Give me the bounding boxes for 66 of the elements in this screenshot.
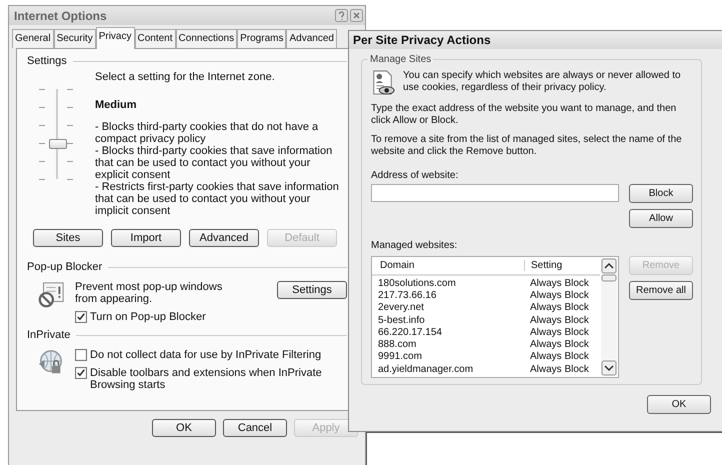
list-item[interactable]: 180solutions.com xyxy=(372,278,524,289)
instruction-text: Type the exact address of the website you want to manage, and then click Allow or Block. xyxy=(371,103,678,127)
slider-thumb[interactable] xyxy=(49,139,67,149)
list-item[interactable]: ad.yieldmanager.com xyxy=(372,364,524,375)
tab[interactable]: Programs xyxy=(237,29,286,48)
table-cell-text: Always Block xyxy=(529,314,589,326)
table-cell-text: Always Block xyxy=(529,326,589,338)
list-item[interactable]: 9991.com xyxy=(372,351,524,362)
scrollbar-drawing[interactable] xyxy=(601,258,617,376)
checkbox-box[interactable] xyxy=(75,367,87,379)
dialog-button[interactable]: Block xyxy=(629,184,693,203)
tab[interactable]: Connections xyxy=(176,29,238,48)
group-heading: Manage Sites xyxy=(368,54,434,65)
dialog-button[interactable]: Import xyxy=(111,229,181,247)
help-icon[interactable] xyxy=(335,9,348,22)
list-item[interactable]: 5-best.info xyxy=(372,314,524,326)
blocked-window-icon xyxy=(37,281,65,309)
checkbox[interactable]: Disable toolbars and extensions when InPrivate Browsing starts xyxy=(75,367,347,391)
table-cell-text: Always Block xyxy=(529,278,589,289)
table-cell-text: Always Block xyxy=(529,302,589,314)
list-item[interactable]: 66.220.17.154 xyxy=(372,326,524,338)
dialog-button[interactable]: Advanced xyxy=(189,229,259,247)
dialog-button[interactable]: Remove all xyxy=(629,281,693,300)
list-item[interactable]: 217.73.66.16 xyxy=(372,290,524,301)
intro-text: You can specify which websites are always or never allowed to use cookies, regardless of their privacy policy. xyxy=(403,70,682,95)
checkbox[interactable]: Turn on Pop-up Blocker xyxy=(75,311,347,323)
tab[interactable]: General xyxy=(12,29,54,48)
table-cell-text: Always Block xyxy=(529,339,589,350)
table-cell-text: Always Block xyxy=(529,351,589,362)
level-name: Medium xyxy=(95,99,138,111)
group-heading: Pop-up Blocker xyxy=(27,261,102,273)
list-item[interactable]: 888.com xyxy=(372,339,524,350)
dialog-button[interactable]: Sites xyxy=(33,229,103,247)
dialog-button[interactable]: OK xyxy=(152,419,216,437)
list-item[interactable]: 2every.net xyxy=(372,302,524,314)
tab[interactable]: Content xyxy=(134,29,176,48)
group-heading: Settings xyxy=(27,55,67,67)
popup-description: Prevent most pop-up windows from appearing. xyxy=(75,281,224,305)
column-header[interactable]: Domain xyxy=(372,260,524,271)
window-title: Per Site Privacy Actions xyxy=(353,33,491,47)
description-text: - Blocks third-party cookies that save information that can be used to contact you without your explicit consent xyxy=(95,145,334,181)
dialog-button[interactable]: Cancel xyxy=(223,419,287,437)
close-icon[interactable] xyxy=(350,9,363,22)
privacy-slider[interactable] xyxy=(39,89,75,179)
ok-button[interactable]: OK xyxy=(647,395,711,414)
description-text: - Blocks third-party cookies that do not have a compact privacy policy xyxy=(95,121,320,145)
tab[interactable]: Advanced xyxy=(286,29,337,48)
checkbox-box[interactable] xyxy=(75,349,87,361)
intro-text: Select a setting for the Internet zone. xyxy=(95,71,276,83)
settings-button[interactable]: Settings xyxy=(277,281,347,299)
table-cell-text: Always Block xyxy=(529,290,589,301)
column-header[interactable]: Setting xyxy=(524,260,576,271)
instruction-text: To remove a site from the list of managed sites, select the name of the website and click the Remove button. xyxy=(371,134,683,158)
document-eye-icon xyxy=(371,70,395,96)
tab[interactable]: Privacy xyxy=(96,27,134,49)
dialog-button[interactable]: Allow xyxy=(629,209,693,228)
group-heading: InPrivate xyxy=(27,329,70,341)
checkbox-box[interactable] xyxy=(75,311,87,323)
table-cell-text: Always Block xyxy=(529,364,589,375)
checkbox[interactable]: Do not collect data for use by InPrivate Filtering xyxy=(75,349,347,361)
tab[interactable]: Security xyxy=(54,29,96,48)
field-label: Managed websites: xyxy=(371,240,458,251)
address-field[interactable] xyxy=(371,184,619,202)
description-text: - Restricts first-party cookies that save information that can be used to contact you without your implicit consent xyxy=(95,181,340,217)
field-label: Address of website: xyxy=(371,170,460,181)
window-title: Internet Options xyxy=(14,8,107,22)
